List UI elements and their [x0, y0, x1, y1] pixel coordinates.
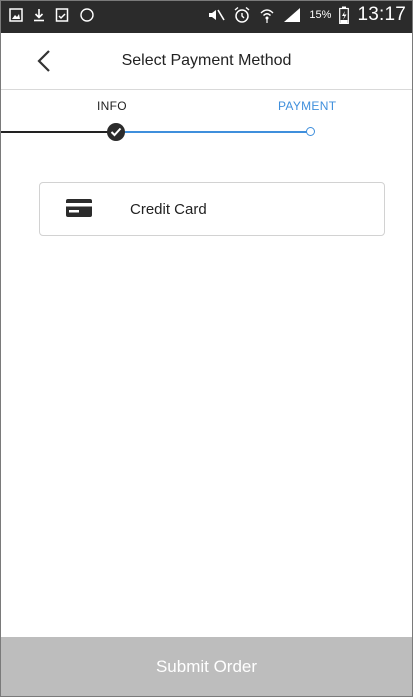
mute-icon — [207, 7, 226, 23]
clock: 13:17 — [357, 4, 406, 25]
clipboard-check-icon — [55, 7, 69, 23]
download-icon — [33, 8, 45, 22]
checkmark-icon — [110, 127, 122, 137]
circle-notification-icon — [79, 7, 95, 23]
step-label-info: INFO — [97, 99, 127, 113]
signal-icon — [283, 7, 301, 23]
step-info-completed-marker — [107, 123, 125, 141]
stepper-progress-line-current — [118, 131, 311, 133]
top-app-bar: Select Payment Method — [1, 33, 412, 90]
page-title: Select Payment Method — [121, 52, 292, 69]
checkout-stepper: INFO PAYMENT — [1, 90, 412, 150]
step-label-payment: PAYMENT — [278, 99, 337, 113]
wifi-icon — [259, 6, 275, 24]
step-payment-current-marker — [306, 127, 315, 136]
submit-order-button[interactable]: Submit Order — [1, 637, 412, 696]
payment-option-credit-card[interactable]: Credit Card — [39, 182, 385, 236]
app-screen: 15% 13:17 Select Payment Method INFO PAY… — [0, 0, 413, 697]
gallery-notification-icon — [9, 8, 23, 22]
status-bar-system: 15% 13:17 — [207, 4, 406, 26]
status-bar: 15% 13:17 — [1, 1, 412, 33]
payment-option-label: Credit Card — [130, 201, 207, 218]
credit-card-icon — [66, 199, 92, 217]
battery-percent: 15% — [309, 9, 332, 21]
status-bar-notifications — [9, 7, 95, 23]
alarm-icon — [233, 6, 251, 24]
battery-charging-icon — [339, 6, 350, 24]
stepper-progress-line-completed — [1, 131, 111, 133]
